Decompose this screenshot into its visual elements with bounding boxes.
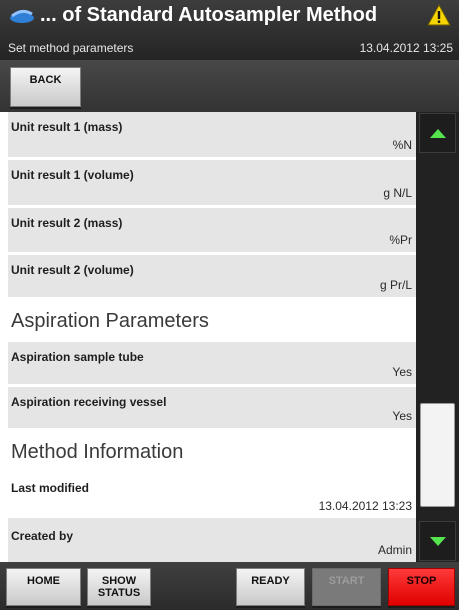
row-label: Unit result 1 (mass) [11,120,123,134]
list-item[interactable]: Unit result 1 (volume) g N/L [8,160,416,208]
show-status-button[interactable]: SHOW STATUS [87,568,151,606]
bottom-bar: HOME SHOW STATUS READY START STOP [0,562,459,610]
start-button[interactable]: START [312,568,381,606]
list-item[interactable]: Created by Admin [8,521,416,562]
title-bar: ... of Standard Autosampler Method Set m… [0,0,459,60]
home-button[interactable]: HOME [6,568,81,606]
section-title: Method Information [11,441,184,463]
scrollbar-thumb[interactable] [420,403,455,507]
row-label: Unit result 2 (volume) [11,263,134,277]
section-header: Aspiration Parameters [8,300,416,342]
scroll-up-arrow-icon [430,129,446,138]
instrument-icon [10,9,34,23]
row-value: g N/L [383,186,412,200]
row-value: Yes [392,409,412,423]
list-item[interactable]: Unit result 2 (volume) g Pr/L [8,255,416,300]
section-header: Method Information [8,431,416,473]
page-subtitle: Set method parameters [8,41,134,55]
row-value: %N [392,138,412,152]
row-value: Yes [392,365,412,379]
scroll-down-arrow-icon [430,537,446,546]
row-value: 13.04.2012 13:23 [318,499,412,513]
page-title: ... of Standard Autosampler Method [40,4,378,26]
list-item[interactable]: Unit result 2 (mass) %Pr [8,208,416,255]
row-label: Unit result 1 (volume) [11,168,134,182]
scroll-down-button[interactable] [419,521,456,561]
warning-triangle-icon[interactable] [427,4,451,26]
scrollbar[interactable] [416,112,459,562]
stop-button[interactable]: STOP [388,568,455,606]
row-value: %Pr [389,233,412,247]
parameter-list: Unit result 1 (mass) %N Unit result 1 (v… [8,112,416,562]
list-item[interactable]: Aspiration sample tube Yes [8,342,416,387]
row-label: Created by [11,529,74,543]
back-button[interactable]: BACK [10,67,81,107]
row-label: Aspiration sample tube [11,350,144,364]
row-value: Admin [377,543,412,557]
row-label: Last modified [11,481,90,495]
list-item[interactable]: Unit result 1 (mass) %N [8,112,416,160]
row-value: g Pr/L [379,278,412,292]
toolbar: BACK [0,60,459,112]
ready-button[interactable]: READY [236,568,305,606]
scroll-up-button[interactable] [419,113,456,153]
row-label: Unit result 2 (mass) [11,216,123,230]
section-title: Aspiration Parameters [11,310,209,332]
clock-datetime: 13.04.2012 13:25 [359,41,453,55]
list-item[interactable]: Last modified 13.04.2012 13:23 [8,473,416,521]
row-label: Aspiration receiving vessel [11,395,167,409]
list-item[interactable]: Aspiration receiving vessel Yes [8,387,416,431]
